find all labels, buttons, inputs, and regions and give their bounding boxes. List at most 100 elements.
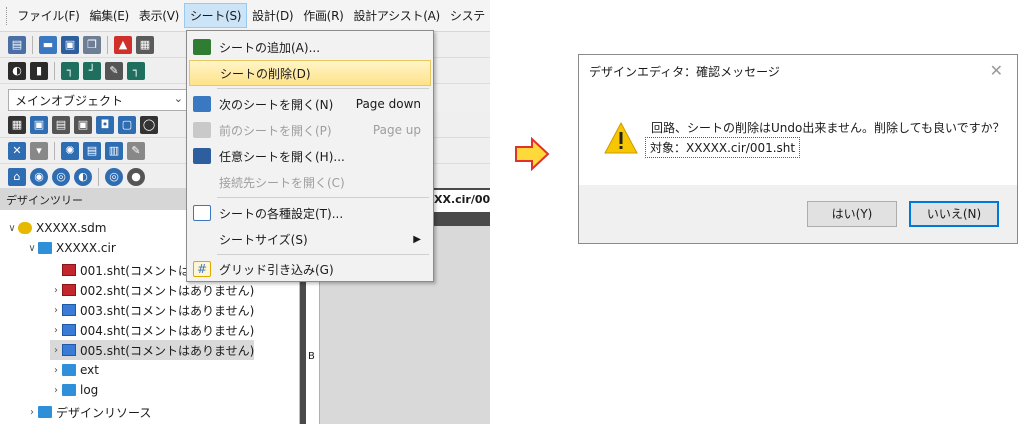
tree-folder-ext[interactable]: › ext [50, 360, 99, 380]
sheet-menu-dropdown: シートの追加(A)... シートの削除(D) 次のシートを開く(N) Page … [186, 30, 434, 282]
chart-icon[interactable]: ▥ [105, 141, 123, 160]
target-icon[interactable]: ◎ [105, 167, 123, 186]
menu-sheet[interactable]: シート(S) [183, 3, 248, 28]
circle-icon[interactable]: ● [127, 167, 145, 186]
tree-sheet-002[interactable]: › 002.sht(コメントはありません) [50, 280, 254, 300]
refresh-icon[interactable]: ◐ [74, 167, 92, 186]
tree-cir-label: XXXXX.cir [56, 241, 116, 255]
tool-icon[interactable]: ✎ [127, 141, 145, 160]
menu-prev-sheet: 前のシートを開く(P) Page up [189, 117, 431, 143]
group-icon[interactable]: ▣ [74, 115, 92, 134]
chevron-right-icon[interactable]: › [50, 325, 62, 336]
chevron-right-icon[interactable]: › [50, 385, 62, 396]
menu-design-assist[interactable]: 設計アシスト(A) [348, 4, 444, 27]
search-icon[interactable]: ◎ [52, 167, 70, 186]
wire-icon[interactable]: ┐ [61, 61, 79, 80]
tree-folder-log[interactable]: › log [50, 380, 98, 400]
chevron-right-icon[interactable]: › [26, 407, 38, 418]
menu-delete-sheet[interactable]: シートの削除(D) [189, 60, 431, 86]
menu-grid-snap[interactable]: # グリッド引き込み(G) [189, 256, 431, 282]
settings-icon[interactable]: ✺ [61, 141, 79, 160]
ruler-label: B [308, 351, 315, 362]
prev-sheet-icon [193, 122, 211, 138]
print-icon[interactable]: ▦ [136, 35, 154, 54]
next-sheet-icon [193, 96, 211, 112]
menu-add-sheet[interactable]: シートの追加(A)... [189, 34, 431, 60]
tree-cir[interactable]: ∨ XXXXX.cir [26, 238, 116, 258]
chevron-down-icon[interactable]: ∨ [6, 223, 18, 234]
folder-label: log [80, 383, 99, 397]
right-arrow-icon [515, 136, 550, 172]
pencil-icon[interactable]: ✎ [105, 61, 123, 80]
chevron-down-icon[interactable]: ∨ [26, 243, 38, 254]
tree-resources[interactable]: › デザインリソース [26, 402, 151, 422]
grid-snap-icon: # [193, 261, 211, 277]
pdf-icon[interactable]: ▲ [114, 35, 132, 54]
chevron-right-icon[interactable]: › [50, 365, 62, 376]
check-icon[interactable]: ✕ [8, 141, 26, 160]
menu-separator [217, 197, 429, 198]
app-window: ファイル(F) 編集(E) 表示(V) シート(S) 設計(D) 作画(R) 設… [0, 0, 490, 424]
menu-file[interactable]: ファイル(F) [12, 4, 84, 27]
tree-sheet-004[interactable]: › 004.sht(コメントはありません) [50, 320, 254, 340]
new-file-icon[interactable]: ▤ [8, 35, 26, 54]
toolbar-separator [54, 61, 55, 80]
tree-sheet-001[interactable]: 001.sht(コメントはあ [50, 260, 202, 280]
tree-resources-label: デザインリソース [56, 405, 152, 420]
add-sheet-icon [193, 39, 211, 55]
menu-sheet-settings[interactable]: シートの各種設定(T)... [189, 200, 431, 226]
toolbar-separator [98, 167, 99, 186]
menu-open-any-sheet[interactable]: 任意シートを開く(H)... [189, 143, 431, 169]
confirm-dialog: デザインエディタ：確認メッセージ ✕ 回路、シートの削除はUndo出来ません。削… [578, 54, 1018, 244]
save-icon[interactable]: ▣ [61, 35, 79, 54]
menu-edit[interactable]: 編集(E) [84, 4, 133, 27]
table-icon[interactable]: ▤ [83, 141, 101, 160]
menu-next-sheet[interactable]: 次のシートを開く(N) Page down [189, 91, 431, 117]
sheet-label: 003.sht(コメントはありません) [80, 303, 255, 318]
block-icon[interactable]: ◘ [96, 115, 114, 134]
filter-icon[interactable]: ▾ [30, 141, 48, 160]
chevron-right-icon[interactable]: › [50, 285, 62, 296]
menu-sheet-size[interactable]: シートサイズ(S) ▶ [189, 226, 431, 252]
chevron-down-icon: ⌄ [173, 92, 183, 105]
chevron-right-icon[interactable]: › [50, 345, 62, 356]
menu-separator [217, 88, 429, 89]
tree-root[interactable]: ∨ XXXXX.sdm [6, 218, 106, 238]
tree-sheet-005[interactable]: › 005.sht(コメントはありません) [50, 340, 255, 360]
pin-icon[interactable]: ▮ [30, 61, 48, 80]
dialog-target: 対象：XXXXX.cir/001.sht [645, 137, 801, 158]
tree-root-label: XXXXX.sdm [36, 221, 107, 235]
sheet-icon [62, 304, 76, 316]
home-icon[interactable]: ⌂ [8, 167, 26, 186]
menu-draw[interactable]: 作画(R) [298, 4, 348, 27]
editor-tab[interactable]: XX.cir/00 [430, 190, 490, 212]
open-folder-icon[interactable]: ▬ [39, 35, 57, 54]
close-icon[interactable]: ✕ [990, 61, 1003, 80]
layer-icon[interactable]: ▤ [52, 115, 70, 134]
menu-system[interactable]: システ [445, 4, 490, 27]
zoom-icon[interactable]: ◯ [140, 115, 158, 134]
chevron-right-icon[interactable]: › [50, 305, 62, 316]
sheet-icon [62, 284, 76, 296]
menu-design[interactable]: 設計(D) [247, 4, 298, 27]
component-icon[interactable]: ◐ [8, 61, 26, 80]
object-selector[interactable]: メインオブジェクト ⌄ [8, 89, 188, 111]
menu-bar: ファイル(F) 編集(E) 表示(V) シート(S) 設計(D) 作画(R) 設… [0, 0, 490, 32]
net-icon[interactable]: ┐ [127, 61, 145, 80]
design-file-icon [18, 222, 32, 234]
sheet-label: 004.sht(コメントはありません) [80, 323, 255, 338]
dialog-footer: はい(Y) いいえ(N) [579, 185, 1017, 243]
toolbar-separator [107, 35, 108, 54]
tree-sheet-003[interactable]: › 003.sht(コメントはありません) [50, 300, 254, 320]
no-button[interactable]: いいえ(N) [909, 201, 999, 227]
globe-icon[interactable]: ◉ [30, 167, 48, 186]
toolbar-separator [54, 141, 55, 160]
menu-open-connected-sheet: 接続先シートを開く(C) [219, 175, 345, 190]
yes-button[interactable]: はい(Y) [807, 201, 897, 227]
grid-icon[interactable]: ▦ [8, 115, 26, 134]
menu-view[interactable]: 表示(V) [134, 4, 184, 27]
bus-icon[interactable]: ┘ [83, 61, 101, 80]
save-all-icon[interactable]: ❐ [83, 35, 101, 54]
window-icon[interactable]: ▢ [118, 115, 136, 134]
frame-icon[interactable]: ▣ [30, 115, 48, 134]
